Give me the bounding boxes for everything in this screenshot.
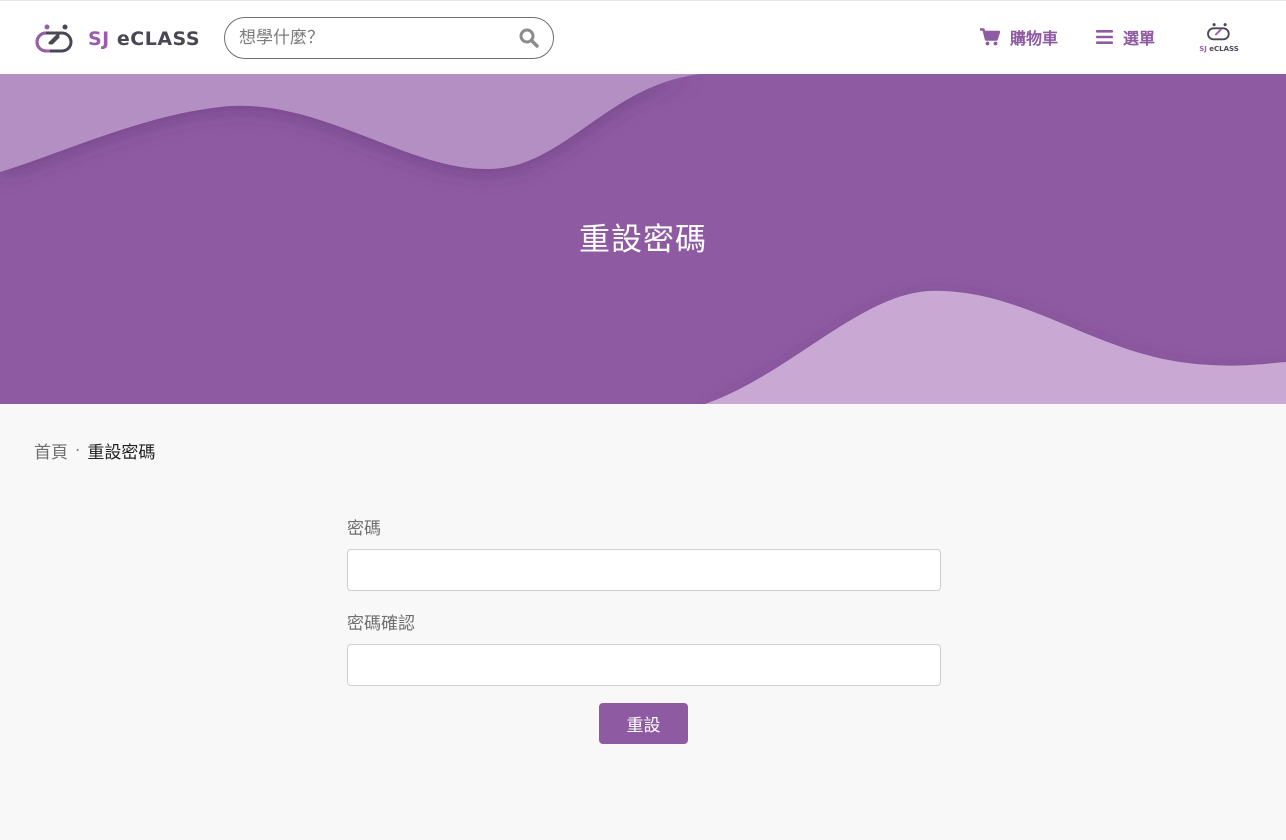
menu-label: 選單 xyxy=(1123,29,1156,48)
breadcrumb-separator: · xyxy=(75,440,81,461)
breadcrumb: 首頁 · 重設密碼 xyxy=(34,438,156,464)
logo-mark-icon xyxy=(1207,23,1230,41)
site-header: SJ eCLASS 購物車 選單 SJ eCLA xyxy=(0,0,1286,74)
search-input[interactable] xyxy=(239,26,509,50)
confirm-password-field[interactable] xyxy=(347,644,941,686)
menu-button[interactable]: 選單 xyxy=(1096,23,1155,51)
mini-logo-eclass: eCLASS xyxy=(1209,45,1239,53)
search-bar xyxy=(224,17,554,59)
reset-button[interactable]: 重設 xyxy=(599,703,688,744)
breadcrumb-current: 重設密碼 xyxy=(87,443,156,463)
logo-text-sj: SJ xyxy=(88,28,110,50)
hamburger-icon xyxy=(1096,30,1113,44)
reset-password-form: 密碼 密碼確認 重設 xyxy=(347,514,941,744)
confirm-group: 密碼確認 xyxy=(347,609,941,686)
mini-logo-text: SJ eCLASS xyxy=(1195,45,1243,53)
search-icon[interactable] xyxy=(519,28,539,48)
account-logo[interactable]: SJ eCLASS xyxy=(1195,21,1243,57)
logo-mark-icon xyxy=(35,24,73,53)
logo-text-eclass: eCLASS xyxy=(116,28,201,50)
page-banner: 重設密碼 xyxy=(0,74,1286,404)
password-label: 密碼 xyxy=(347,519,381,539)
logo-text: SJ eCLASS xyxy=(88,28,200,50)
mini-logo-sj: SJ xyxy=(1199,45,1207,53)
page-title: 重設密碼 xyxy=(579,222,707,258)
confirm-password-label: 密碼確認 xyxy=(347,614,415,634)
cart-link[interactable]: 購物車 xyxy=(980,23,1058,51)
site-logo[interactable]: SJ eCLASS xyxy=(32,21,200,57)
breadcrumb-home[interactable]: 首頁 xyxy=(34,438,68,463)
cart-icon xyxy=(980,28,1000,46)
cart-label: 購物車 xyxy=(1010,29,1059,48)
password-field[interactable] xyxy=(347,549,941,591)
